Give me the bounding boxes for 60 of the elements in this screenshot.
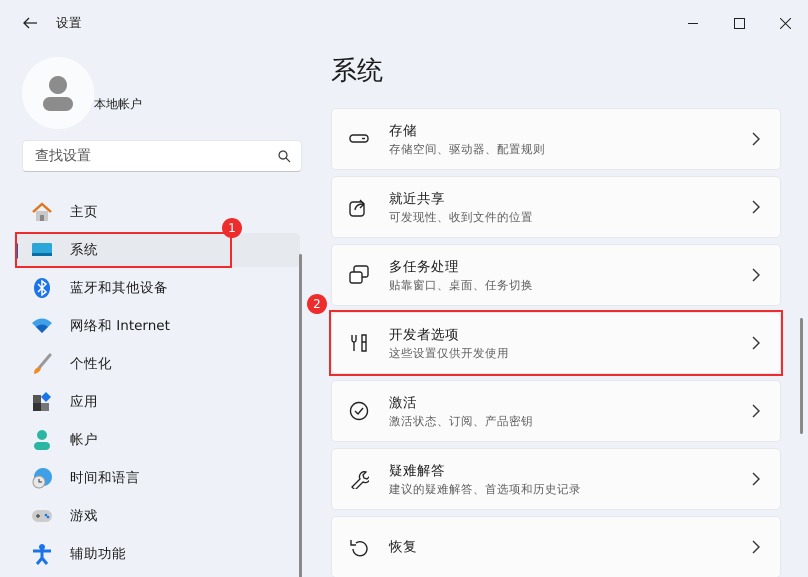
chevron-right-icon (752, 132, 760, 146)
settings-card[interactable]: 激活 激活状态、订阅、产品密钥 (331, 380, 781, 442)
card-title: 多任务处理 (389, 258, 460, 276)
sidebar-item[interactable]: 游戏 (14, 499, 110, 533)
sidebar-item[interactable]: 网络和 Internet (14, 309, 182, 343)
settings-card[interactable]: 就近共享 可发现性、收到文件的位置 (331, 176, 781, 238)
bluetooth-icon (31, 277, 53, 299)
chevron-right-icon (752, 268, 760, 282)
card-description: 激活状态、订阅、产品密钥 (389, 414, 534, 428)
app-tiles-icon (31, 391, 53, 413)
sidebar-item[interactable]: 个性化 (14, 347, 124, 381)
card-description: 可发现性、收到文件的位置 (389, 210, 534, 224)
chevron-right-icon (752, 472, 760, 486)
settings-card[interactable]: 多任务处理 贴靠窗口、桌面、任务切换 (331, 244, 781, 306)
page-heading: 系统 (331, 56, 384, 86)
search-field[interactable]: 查找设置 (33, 147, 278, 165)
card-description: 存储空间、驱动器、配置规则 (389, 142, 546, 156)
card-title: 存储 (389, 122, 418, 140)
settings-card[interactable]: 恢复 (331, 516, 781, 577)
check-circle-icon (349, 401, 369, 421)
accessibility-icon (31, 543, 53, 565)
house-icon (31, 201, 53, 223)
search-box[interactable]: 查找设置 (22, 140, 302, 172)
chevron-right-icon (752, 540, 760, 554)
globe-clock-icon (31, 467, 53, 489)
card-title: 疑难解答 (389, 462, 446, 480)
chevron-right-icon (752, 404, 760, 418)
card-title: 激活 (389, 394, 418, 412)
step-marker: 2 (307, 294, 327, 314)
close-icon (780, 18, 790, 28)
maximize-icon (734, 18, 744, 28)
sidebar-item[interactable]: 辅助功能 (14, 537, 138, 571)
search-icon (278, 150, 291, 162)
back-button[interactable] (22, 15, 38, 31)
card-title: 就近共享 (389, 190, 446, 208)
settings-card[interactable]: 存储 存储空间、驱动器、配置规则 (331, 108, 781, 170)
window-title: 设置 (56, 14, 82, 32)
sidebar-item[interactable]: 帐户 (14, 423, 110, 457)
step-marker: 1 (222, 218, 242, 238)
windows-icon (349, 265, 369, 285)
card-description: 贴靠窗口、桌面、任务切换 (389, 278, 534, 292)
sidebar-item[interactable]: 时间和语言 (14, 461, 152, 495)
sidebar-item[interactable]: 系统 (14, 233, 300, 267)
card-description: 建议的疑难解答、首选项和历史记录 (389, 482, 582, 496)
card-description: 这些设置仅供开发使用 (389, 346, 510, 360)
sidebar-item[interactable]: 应用 (14, 385, 110, 419)
restore-icon (349, 537, 369, 557)
chevron-right-icon (752, 200, 760, 214)
wrench-icon (349, 469, 369, 489)
card-title: 开发者选项 (389, 326, 460, 344)
paintbrush-icon (31, 353, 53, 375)
person-icon (31, 429, 53, 451)
card-title: 恢复 (389, 538, 418, 556)
settings-card[interactable]: 开发者选项 这些设置仅供开发使用 (331, 312, 781, 374)
sidebar-item[interactable]: 蓝牙和其他设备 (14, 271, 180, 305)
sidebar-item[interactable]: 主页 (14, 195, 110, 229)
settings-card[interactable]: 疑难解答 建议的疑难解答、首选项和历史记录 (331, 448, 781, 510)
chevron-right-icon (752, 336, 760, 350)
account-name: 本地帐户 (94, 96, 142, 112)
tools-icon (349, 333, 369, 353)
